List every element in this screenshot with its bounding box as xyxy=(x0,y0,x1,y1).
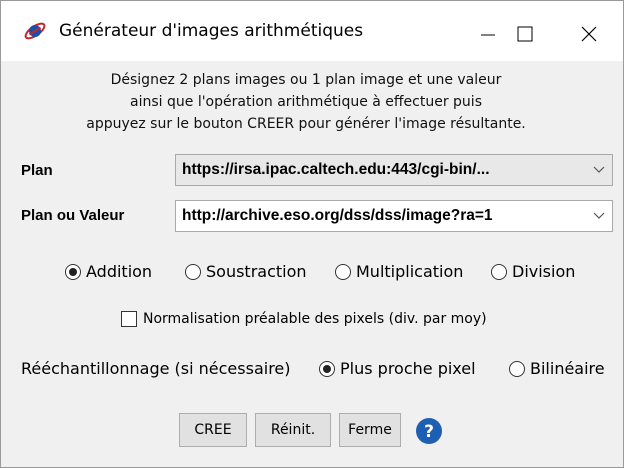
radio-bilinear-circle[interactable] xyxy=(509,360,525,377)
radio-division[interactable]: Division xyxy=(491,262,575,281)
reset-button[interactable]: Réinit. xyxy=(255,413,331,447)
radio-division-circle[interactable] xyxy=(491,263,507,280)
resampling-label: Rééchantillonnage (si nécessaire) xyxy=(21,359,291,378)
normalisation-label: Normalisation préalable des pixels (div.… xyxy=(143,311,487,327)
radio-addition[interactable]: Addition xyxy=(65,262,152,281)
dialog-window: Générateur d'images arithmétiques Désign… xyxy=(0,0,624,468)
normalisation-checkbox[interactable]: Normalisation préalable des pixels (div.… xyxy=(121,311,487,327)
plan-or-value-text: http://archive.eso.org/dss/dss/image?ra=… xyxy=(182,207,493,224)
dialog-content: Désignez 2 plans images ou 1 plan image … xyxy=(1,61,623,467)
close-button[interactable]: Ferme xyxy=(339,413,401,447)
radio-nearest-pixel-circle[interactable] xyxy=(319,360,335,377)
plan-select[interactable]: https://irsa.ipac.caltech.edu:443/cgi-bi… xyxy=(175,154,613,186)
plan-or-value-input[interactable]: http://archive.eso.org/dss/dss/image?ra=… xyxy=(175,200,613,232)
radio-nearest-pixel[interactable]: Plus proche pixel xyxy=(319,359,476,378)
svg-text:?: ? xyxy=(424,422,434,442)
radio-addition-circle[interactable] xyxy=(65,263,81,280)
instructions-line-3: appuyez sur le bouton CREER pour générer… xyxy=(86,116,526,132)
title-bar[interactable]: Générateur d'images arithmétiques xyxy=(1,1,623,61)
normalisation-box[interactable] xyxy=(121,311,137,327)
radio-soustraction[interactable]: Soustraction xyxy=(185,262,307,281)
plan-label: Plan xyxy=(21,162,53,179)
radio-multiplication-label: Multiplication xyxy=(356,262,464,281)
create-button[interactable]: CREE xyxy=(179,413,247,447)
radio-bilinear-label: Bilinéaire xyxy=(530,359,605,378)
instructions-line-1: Désignez 2 plans images ou 1 plan image … xyxy=(110,72,502,88)
plan-or-value-label: Plan ou Valeur xyxy=(21,207,125,224)
radio-addition-label: Addition xyxy=(86,262,153,281)
radio-bilinear[interactable]: Bilinéaire xyxy=(509,359,605,378)
help-icon[interactable]: ? xyxy=(415,417,443,445)
saturn-icon xyxy=(24,22,46,40)
plan-select-value: https://irsa.ipac.caltech.edu:443/cgi-bi… xyxy=(182,161,490,178)
maximize-icon[interactable] xyxy=(502,13,548,53)
window-title: Générateur d'images arithmétiques xyxy=(59,21,364,41)
radio-multiplication[interactable]: Multiplication xyxy=(335,262,463,281)
radio-division-label: Division xyxy=(512,262,576,281)
radio-multiplication-circle[interactable] xyxy=(335,263,351,280)
radio-soustraction-label: Soustraction xyxy=(206,262,307,281)
radio-soustraction-circle[interactable] xyxy=(185,263,201,280)
resampling-label-wrap: Rééchantillonnage (si nécessaire) xyxy=(21,359,291,378)
close-icon[interactable] xyxy=(566,13,612,53)
instructions-line-2: ainsi que l'opération arithmétique à eff… xyxy=(130,94,482,110)
chevron-down-icon xyxy=(593,212,605,219)
chevron-down-icon xyxy=(593,166,605,173)
instructions: Désignez 2 plans images ou 1 plan image … xyxy=(1,69,611,135)
radio-nearest-pixel-label: Plus proche pixel xyxy=(340,359,476,378)
